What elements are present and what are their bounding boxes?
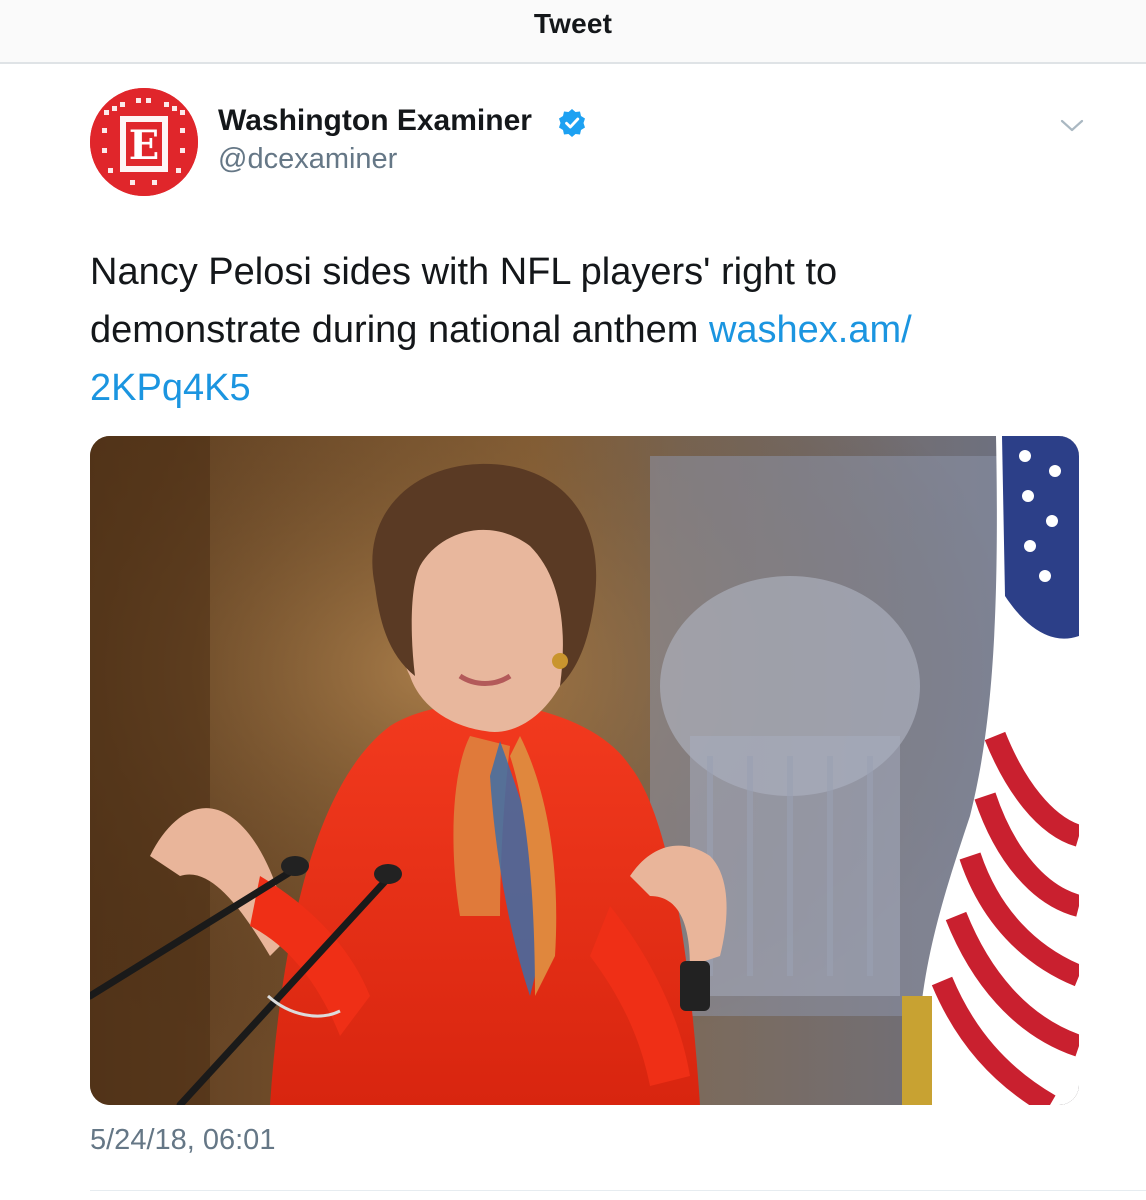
tweet-body: Nancy Pelosi sides with NFL players' rig… [90, 243, 1050, 417]
author-handle[interactable]: @dcexaminer [218, 143, 397, 176]
avatar[interactable]: E [90, 88, 198, 196]
navigation-bar: Tweet [0, 0, 1146, 64]
verified-badge-icon [559, 109, 585, 137]
divider [90, 1190, 1146, 1191]
chevron-down-icon[interactable] [1052, 110, 1092, 140]
washington-examiner-logo-icon: E [90, 88, 198, 196]
photo-press-conference [90, 436, 1079, 1105]
tweet-photo[interactable] [90, 436, 1079, 1105]
tweet-timestamp[interactable]: 5/24/18, 06:01 [90, 1124, 275, 1157]
page-title: Tweet [533, 8, 613, 39]
author-name[interactable]: Washington Examiner [218, 104, 532, 138]
svg-text:E: E [129, 122, 160, 169]
